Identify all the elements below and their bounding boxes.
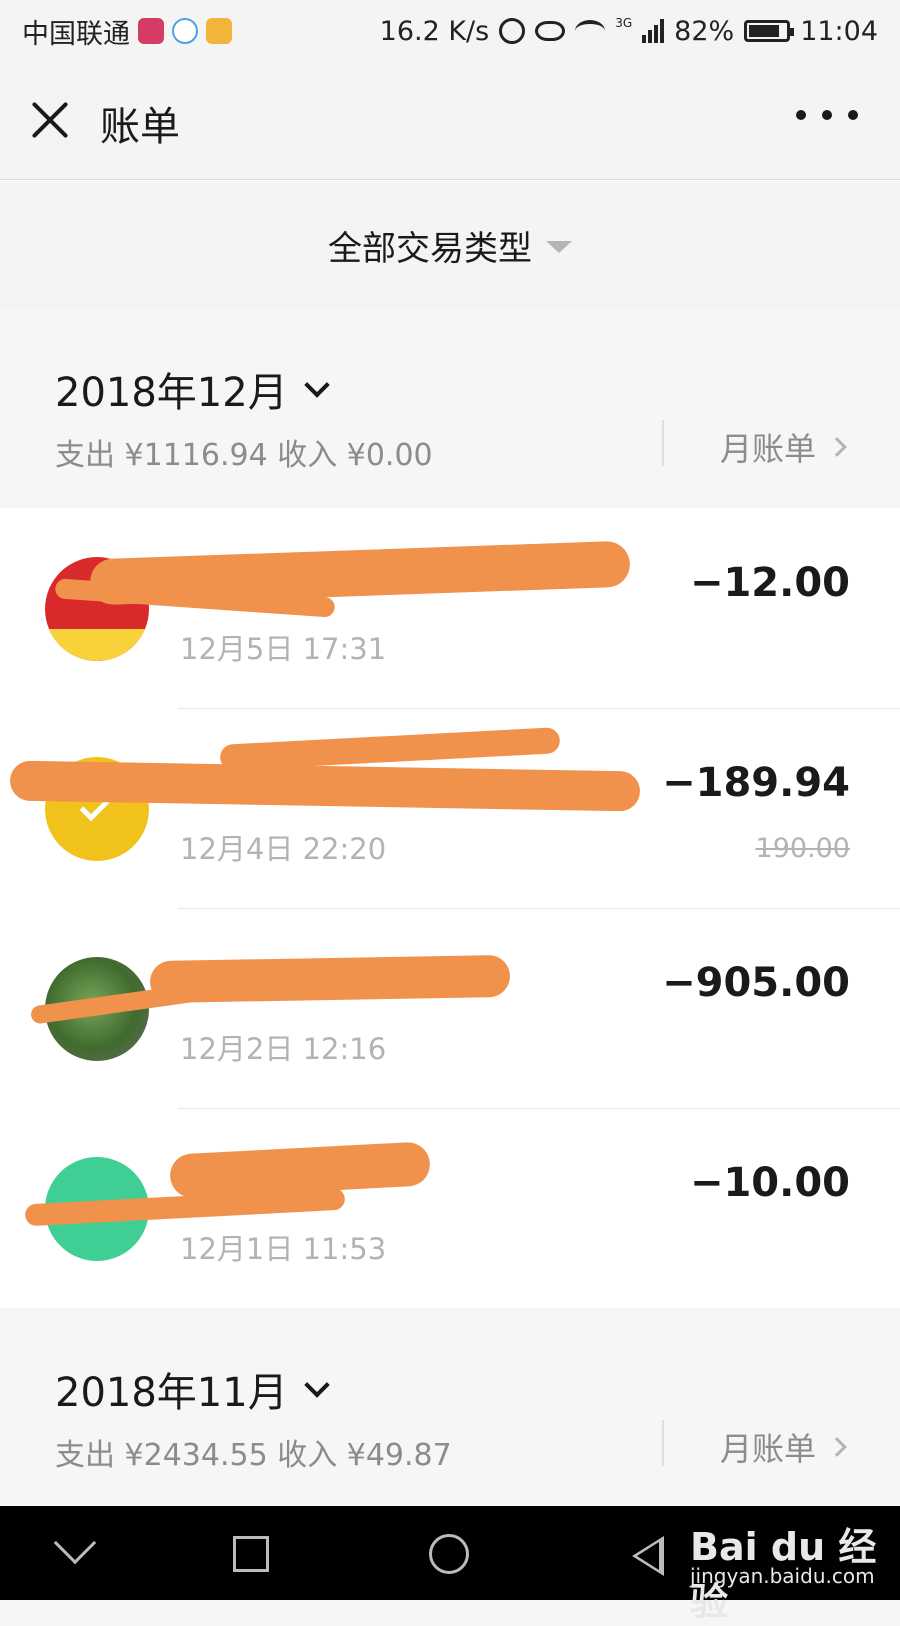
- month-summary: 支出 ¥2434.55 收入 ¥49.87: [55, 1438, 452, 1473]
- divider: [662, 1420, 664, 1466]
- transaction-time: 12月2日 12:16: [180, 1032, 387, 1066]
- month-title: 2018年11月: [55, 1370, 288, 1416]
- transaction-row[interactable]: 12月2日 12:16 −905.00: [0, 908, 900, 1108]
- month-picker[interactable]: 2018年11月: [55, 1360, 330, 1418]
- transaction-row[interactable]: 12月5日 17:31 −12.00: [0, 508, 900, 708]
- monthly-bill-label: 月账单: [720, 1430, 817, 1468]
- network-type: 3G: [615, 15, 633, 30]
- transaction-time: 12月5日 17:31: [180, 632, 387, 666]
- original-amount: 190.00: [755, 833, 850, 864]
- divider: [662, 420, 664, 466]
- battery-icon: [744, 20, 795, 42]
- collapse-down-icon[interactable]: [53, 1521, 97, 1565]
- month-section-header-nov: 2018年11月 支出 ¥2434.55 收入 ¥49.87 月账单: [0, 1310, 900, 1506]
- month-section-header-dec: 2018年12月 支出 ¥1116.94 收入 ¥0.00 月账单: [0, 310, 900, 506]
- chevron-right-icon: [827, 1437, 847, 1457]
- top-app-bar: 账单: [0, 62, 900, 180]
- chevron-down-icon: [303, 372, 330, 398]
- transaction-amount: −189.94: [662, 760, 850, 806]
- month-summary: 支出 ¥1116.94 收入 ¥0.00: [55, 438, 433, 473]
- alarm-icon: [499, 18, 526, 44]
- chevron-down-icon: [303, 1372, 330, 1398]
- carrier-name: 中国联通: [22, 18, 130, 50]
- transaction-list: 12月5日 17:31 −12.00 12月4日 22:20 −189.94 1…: [0, 508, 900, 1308]
- q-app-notification-icon: [138, 18, 164, 44]
- watermark-url: jingyan.baidu.com: [690, 1564, 875, 1588]
- month-picker[interactable]: 2018年12月: [55, 360, 330, 418]
- redaction-scribble: [219, 727, 561, 771]
- back-triangle-icon[interactable]: [632, 1536, 664, 1576]
- battery-percent: 82%: [674, 15, 735, 47]
- system-navigation-bar: Bai du 经验 jingyan.baidu.com: [0, 1506, 900, 1624]
- signal-icon: [642, 19, 665, 43]
- page-title: 账单: [100, 104, 180, 150]
- more-options-icon[interactable]: [796, 110, 858, 120]
- monthly-bill-link[interactable]: 月账单: [720, 1424, 847, 1470]
- qq-notification-icon: [172, 18, 198, 44]
- clock: 11:04: [800, 15, 878, 47]
- recents-square-icon[interactable]: [233, 1536, 269, 1572]
- month-title: 2018年12月: [55, 370, 288, 416]
- battery-fill: [749, 25, 779, 37]
- home-circle-icon[interactable]: [429, 1534, 469, 1574]
- network-speed: 16.2 K/s: [379, 15, 490, 47]
- transaction-row[interactable]: 12月4日 22:20 −189.94 190.00: [0, 708, 900, 908]
- eye-comfort-icon: [535, 21, 566, 41]
- close-icon[interactable]: [30, 100, 70, 140]
- monthly-bill-link[interactable]: 月账单: [720, 424, 847, 470]
- transaction-row[interactable]: 12月1日 11:53 −10.00: [0, 1108, 900, 1308]
- monthly-bill-label: 月账单: [720, 430, 817, 468]
- transaction-amount: −10.00: [689, 1160, 850, 1206]
- wifi-icon: [575, 20, 606, 42]
- transaction-type-filter[interactable]: 全部交易类型: [0, 181, 900, 309]
- chevron-right-icon: [827, 437, 847, 457]
- transaction-time: 12月4日 22:20: [180, 832, 387, 866]
- mail-notification-icon: [206, 18, 232, 44]
- filter-label: 全部交易类型: [328, 228, 532, 269]
- status-bar: 中国联通 16.2 K/s 3G 82% 11:04: [0, 0, 900, 62]
- transaction-time: 12月1日 11:53: [180, 1232, 387, 1266]
- transaction-amount: −905.00: [662, 960, 850, 1006]
- transaction-amount: −12.00: [689, 560, 850, 606]
- caret-down-icon: [546, 241, 572, 253]
